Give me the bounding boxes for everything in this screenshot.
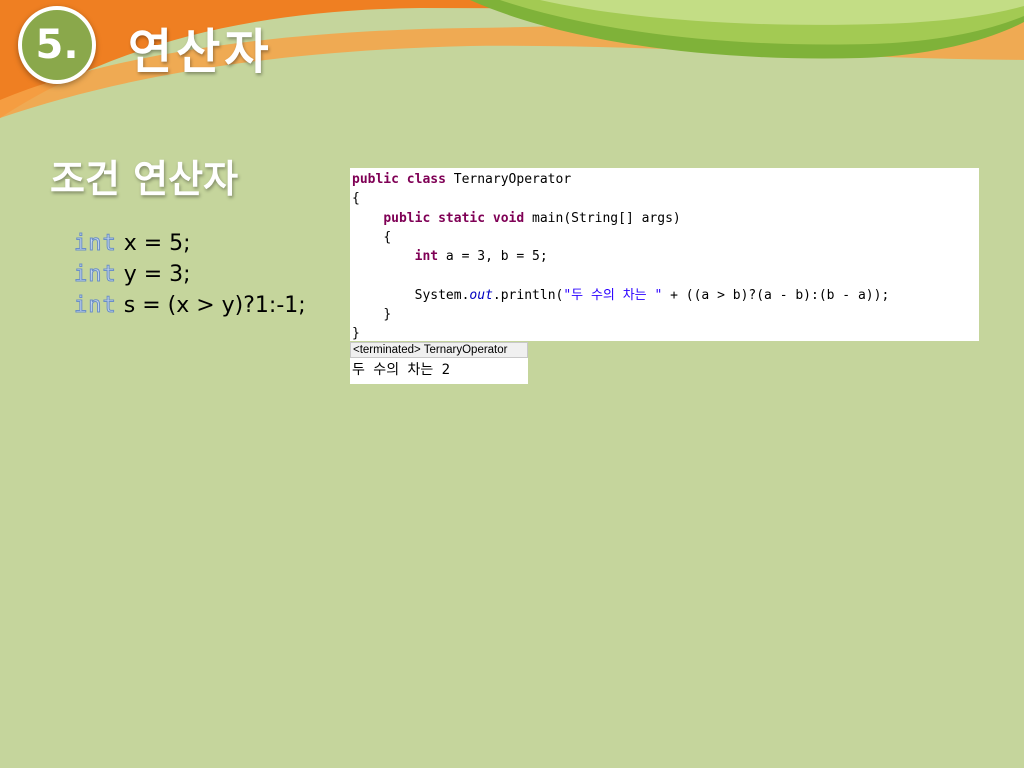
code-line: int a = 3, b = 5; — [352, 247, 979, 266]
snippet-keyword: int — [74, 231, 117, 257]
code-text: System. — [414, 287, 470, 303]
snippet-line: int s = (x > y)?1:-1; — [74, 290, 306, 321]
code-text: + ((a > b)?(a - b):(b - a)); — [662, 287, 890, 303]
code-line: public static void main(String[] args) — [352, 209, 979, 228]
code-line: { — [352, 189, 979, 208]
slide-subtitle: 조건 연산자 — [50, 157, 239, 201]
slide-number-badge: 5. — [18, 6, 96, 84]
snippet-line: int x = 5; — [74, 228, 306, 259]
code-text: a = 3, b = 5; — [438, 249, 548, 265]
snippet-text: x = 5; — [116, 231, 191, 256]
code-line: public class TernaryOperator — [352, 170, 979, 189]
code-line: } — [352, 324, 979, 343]
code-keyword: public class — [352, 172, 446, 187]
code-snippet: int x = 5; int y = 3; int s = (x > y)?1:… — [74, 228, 306, 321]
console-header: <terminated> TernaryOperator — [350, 342, 528, 358]
code-text: TernaryOperator — [445, 172, 572, 187]
snippet-keyword: int — [74, 262, 117, 288]
code-line: } — [352, 305, 979, 324]
code-string: "두 수의 차는 " — [563, 287, 663, 303]
code-text: } — [352, 326, 360, 342]
code-keyword: int — [414, 249, 439, 265]
slide-title: 연산자 — [128, 24, 273, 80]
code-keyword: public static void — [383, 210, 525, 226]
code-line: { — [352, 228, 979, 247]
code-text: { — [383, 229, 392, 245]
code-text: .println( — [492, 287, 564, 303]
code-text: } — [383, 307, 392, 323]
code-field: out — [469, 287, 493, 303]
snippet-line: int y = 3; — [74, 259, 306, 290]
snippet-keyword: int — [74, 293, 117, 319]
code-text: main(String[] args) — [524, 210, 681, 226]
snippet-text: y = 3; — [116, 262, 191, 287]
java-code-screenshot: public class TernaryOperator { public st… — [350, 168, 979, 341]
code-text: { — [352, 191, 360, 207]
console-output: 두 수의 차는 2 — [350, 358, 528, 384]
snippet-text: s = (x > y)?1:-1; — [116, 293, 306, 318]
code-line: System.out.println("두 수의 차는 " + ((a > b)… — [352, 286, 979, 305]
